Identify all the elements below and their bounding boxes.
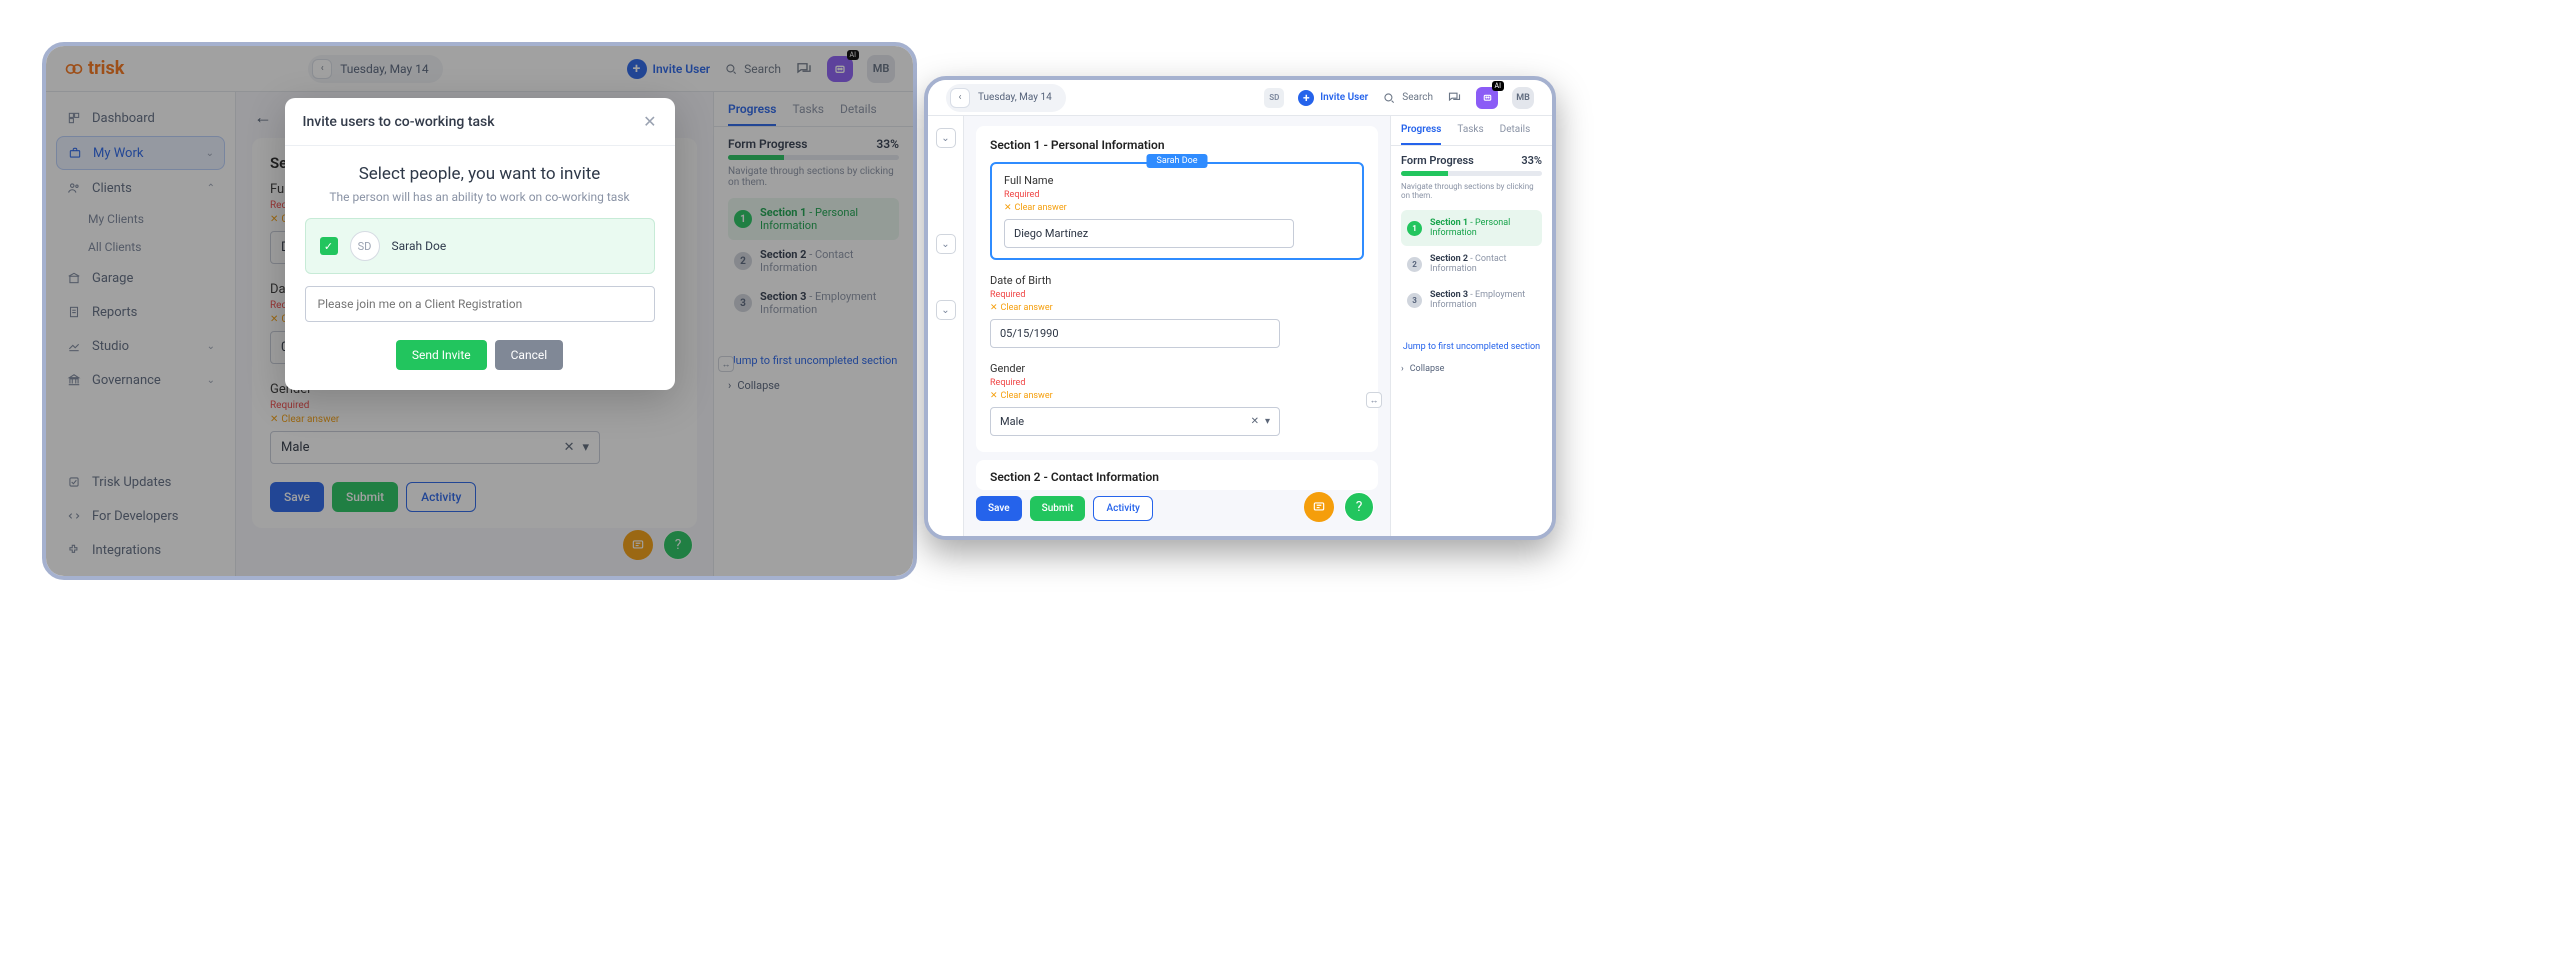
fab-comments[interactable] [1304,492,1334,522]
field-label-gender: Gender [990,362,1364,375]
chevron-down-icon[interactable]: ▾ [1265,416,1270,427]
date-prev-button[interactable]: ‹ [950,88,970,108]
form-progress-label: Form Progress [1401,154,1474,167]
jump-link[interactable]: Jump to first uncompleted section [1401,342,1542,352]
field-highlighted: Sarah Doe Full Name Required ✕ Clear ans… [990,162,1364,260]
collapse-button[interactable]: › Collapse [1401,364,1542,374]
section-title: Section 1 - Personal Information [990,138,1364,152]
invite-message-input[interactable] [305,286,655,322]
app-window-right: ‹ Tuesday, May 14 SD + Invite User Searc… [924,76,1556,540]
person-avatar: SD [350,231,380,261]
progress-hint: Navigate through sections by clicking on… [1401,182,1542,200]
date-label: Tuesday, May 14 [978,92,1052,103]
date-selector[interactable]: ‹ Tuesday, May 14 [946,84,1066,112]
app-window-left: trisk ‹ Tuesday, May 14 + Invite User Se… [42,42,917,580]
save-button[interactable]: Save [976,496,1022,521]
field-label-fullname: Full Name [1004,174,1350,187]
section-link-1[interactable]: 1Section 1 - Personal Information [1401,210,1542,246]
required-badge: Required [1004,190,1350,200]
section-toggle[interactable]: ⌄ [936,300,956,320]
section-toggle[interactable]: ⌄ [936,234,956,254]
gender-select[interactable]: Male✕▾ [990,407,1280,436]
progress-panel: Progress Tasks Details Form Progress33% … [1390,116,1552,536]
person-row[interactable]: ✓ SD Sarah Doe [305,218,655,274]
send-invite-button[interactable]: Send Invite [396,340,487,370]
tab-progress[interactable]: Progress [1401,124,1441,145]
coworker-tag: Sarah Doe [1146,154,1207,168]
collapsed-column: ⌄ ⌄ ⌄ [928,116,964,536]
form-progress-pct: 33% [1521,154,1542,167]
section-toggle[interactable]: ⌄ [936,128,956,148]
clear-answer-link[interactable]: ✕ Clear answer [990,303,1364,313]
modal-subtext: The person will has an ability to work o… [305,190,655,204]
section-link-2[interactable]: 2Section 2 - Contact Information [1401,246,1542,282]
clear-answer-link[interactable]: ✕ Clear answer [990,391,1364,401]
clear-answer-link[interactable]: ✕ Clear answer [1004,203,1350,213]
submit-button[interactable]: Submit [1030,496,1086,521]
chat-icon[interactable] [1447,90,1462,105]
modal-heading: Select people, you want to invite [305,164,655,184]
person-checkbox[interactable]: ✓ [320,237,338,255]
section-link-3[interactable]: 3Section 3 - Employment Information [1401,282,1542,318]
clear-icon[interactable]: ✕ [1251,416,1259,427]
modal-close-button[interactable]: ✕ [643,112,656,131]
tab-tasks[interactable]: Tasks [1457,124,1483,145]
person-name: Sarah Doe [392,239,447,253]
invite-user-button[interactable]: + Invite User [1298,90,1368,106]
fab-help[interactable]: ? [1344,492,1374,522]
global-search[interactable]: Search [1382,91,1433,105]
cancel-button[interactable]: Cancel [495,340,564,370]
section-2-card: Section 2 - Contact Information [976,460,1378,490]
dob-input[interactable] [990,319,1280,348]
ai-assistant-icon[interactable]: AI [1476,87,1498,109]
panel-resize-handle[interactable]: ↔ [1366,392,1382,408]
field-label-dob: Date of Birth [990,274,1364,287]
plus-icon: + [1298,90,1314,106]
invite-modal: Invite users to co-working task ✕ Select… [285,98,675,390]
required-badge: Required [990,378,1364,388]
fullname-input[interactable] [1004,219,1294,248]
coworker-badge[interactable]: SD [1264,88,1284,108]
progress-bar [1401,171,1542,176]
tab-details[interactable]: Details [1500,124,1531,145]
activity-button[interactable]: Activity [1093,496,1152,521]
user-avatar[interactable]: MB [1512,87,1534,109]
required-badge: Required [990,290,1364,300]
modal-title: Invite users to co-working task [303,114,495,130]
